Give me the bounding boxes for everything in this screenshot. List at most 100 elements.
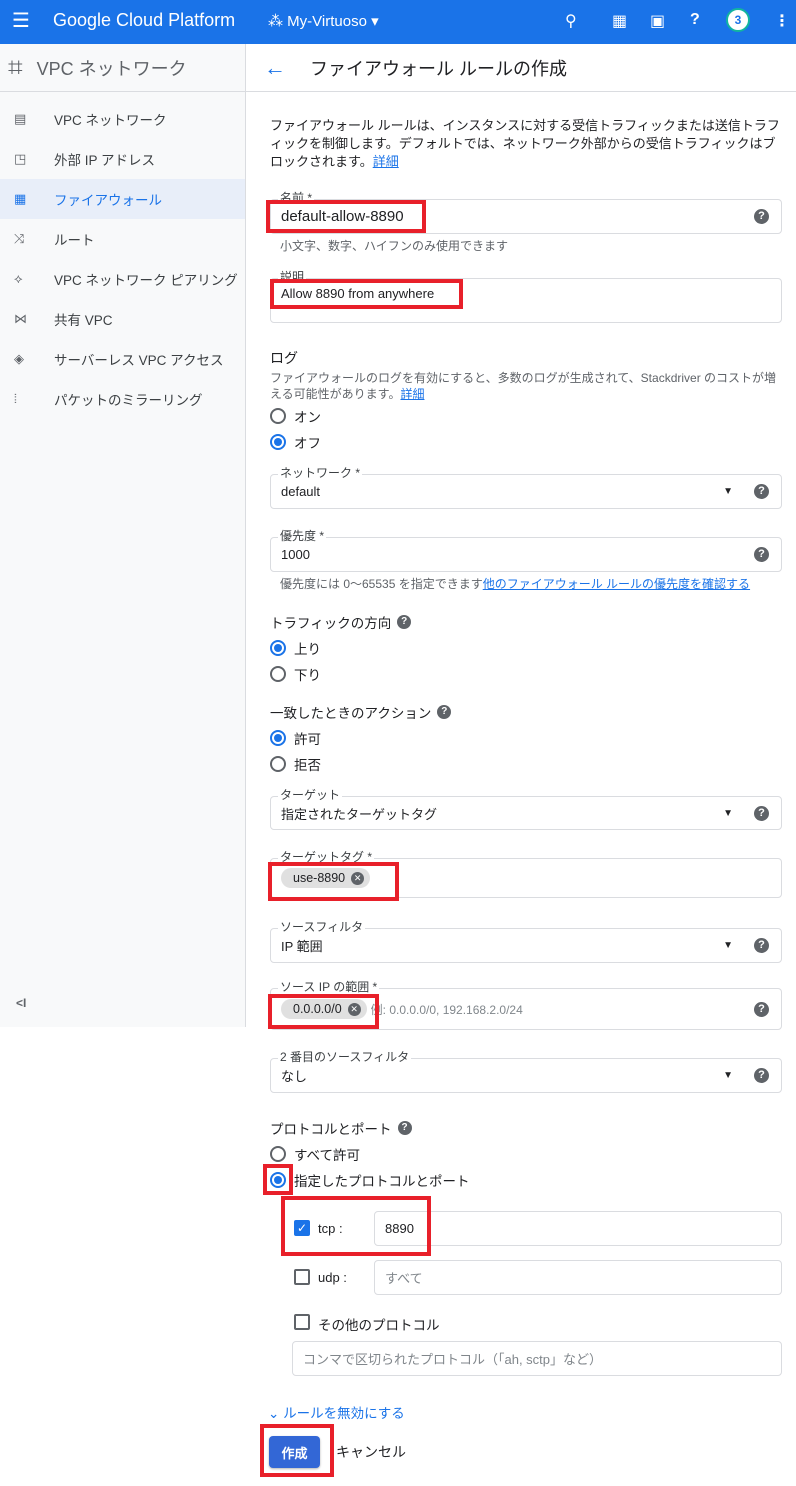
priority-link[interactable]: 他のファイアウォール ルールの優先度を確認する	[483, 577, 750, 591]
learn-more-link[interactable]: 詳細	[373, 154, 399, 169]
sidebar-item-external-ip[interactable]: ◳ 外部 IP アドレス	[0, 139, 245, 179]
intro-body: ファイアウォール ルールは、インスタンスに対する受信トラフィックまたは送信トラフ…	[270, 118, 780, 169]
help-icon[interactable]: ?	[754, 1001, 769, 1017]
peering-icon: ⟡	[14, 271, 23, 286]
help-icon[interactable]: ?	[754, 547, 769, 562]
network-label: ネットワーク *	[278, 464, 363, 481]
priority-input[interactable]: 1000?	[270, 537, 782, 572]
radio-label: オン	[294, 410, 321, 425]
logs-off-radio[interactable]: オフ	[270, 432, 321, 452]
sidebar-item-peering[interactable]: ⟡ VPC ネットワーク ピアリング	[0, 259, 245, 299]
specified-protocols-radio[interactable]: 指定したプロトコルとポート	[270, 1170, 470, 1190]
help-icon[interactable]: ?	[397, 615, 412, 629]
targets-select[interactable]: 指定されたターゲットタグ ▼?	[270, 796, 782, 830]
vpc-logo-icon: ⌗	[8, 51, 23, 82]
mirroring-icon: ⦙	[14, 391, 17, 406]
source-ip-label: ソース IP の範囲 *	[278, 978, 380, 995]
intro-text: ファイアウォール ルールは、インスタンスに対する受信トラフィックまたは送信トラフ…	[270, 117, 782, 171]
sidebar-item-firewall[interactable]: ▦ ファイアウォール	[0, 179, 245, 219]
logs-heading: ログ	[270, 350, 298, 366]
radio-label: 拒否	[294, 758, 321, 773]
sidebar-item-mirroring[interactable]: ⦙ パケットのミラーリング	[0, 379, 245, 419]
udp-placeholder: すべて	[385, 1271, 423, 1286]
help-icon[interactable]: ?	[754, 209, 769, 224]
radio-label: 許可	[294, 732, 321, 747]
udp-label: udp :	[318, 1270, 347, 1285]
sidebar-item-label: パケットのミラーリング	[54, 393, 203, 408]
help-icon[interactable]: ?	[754, 805, 769, 821]
priority-hint: 優先度には 0〜65535 を指定できます他のファイアウォール ルールの優先度を…	[280, 575, 750, 592]
highlight-box	[268, 994, 379, 1029]
disable-rule-toggle[interactable]: ⌄ ルールを無効にする	[268, 1402, 405, 1422]
allow-all-radio[interactable]: すべて許可	[270, 1144, 360, 1164]
sidebar-item-routes[interactable]: ⤨ ルート	[0, 219, 245, 259]
logs-text: ファイアウォールのログを有効にすると、多数のログが生成されて、Stackdriv…	[270, 370, 782, 402]
udp-checkbox[interactable]	[294, 1269, 310, 1285]
highlight-box	[263, 1164, 293, 1195]
logs-learn-more-link[interactable]: 詳細	[400, 387, 424, 401]
sidebar-title: VPC ネットワーク	[36, 58, 187, 79]
source-filter-value: IP 範囲	[281, 939, 323, 954]
sidebar-header: ⌗ VPC ネットワーク	[0, 44, 245, 92]
other-protocols-checkbox[interactable]	[294, 1314, 310, 1330]
radio-label: すべて許可	[294, 1148, 361, 1163]
highlight-box	[270, 279, 463, 309]
back-arrow-icon[interactable]: ←	[264, 55, 310, 81]
sidebar-item-vpc-network[interactable]: ▤ VPC ネットワーク	[0, 99, 245, 139]
egress-radio[interactable]: 下り	[270, 664, 321, 684]
sidebar: ⌗ VPC ネットワーク ▤ VPC ネットワーク ◳ 外部 IP アドレス ▦ ファイ…	[0, 44, 246, 1027]
project-selector[interactable]: ⁂ My-Virtuoso ▾	[268, 12, 379, 30]
dropdown-caret-icon: ▼	[723, 486, 733, 497]
collapse-sidebar-button[interactable]: <I	[16, 996, 26, 1010]
targets-label: ターゲット	[278, 786, 343, 803]
brand[interactable]: Google Cloud Platform	[53, 10, 235, 31]
other-protocols-input[interactable]: コンマで区切られたプロトコル（「ah, sctp」など）	[292, 1341, 782, 1376]
ingress-radio[interactable]: 上り	[270, 638, 321, 658]
serverless-icon: ◈	[14, 351, 24, 366]
other-protocols-label: その他のプロトコル	[318, 1318, 440, 1333]
section-label: トラフィックの方向	[270, 616, 392, 631]
sidebar-item-shared-vpc[interactable]: ⋈ 共有 VPC	[0, 299, 245, 339]
action-heading: 一致したときのアクション?	[270, 702, 452, 722]
priority-value: 1000	[281, 547, 310, 562]
radio-label: 下り	[294, 668, 321, 683]
sidebar-item-label: VPC ネットワーク	[54, 113, 167, 128]
notifications-badge[interactable]: 3	[726, 8, 750, 32]
highlight-box	[266, 200, 426, 233]
external-ip-icon: ◳	[14, 151, 27, 166]
menu-icon[interactable]: ☰	[12, 8, 30, 33]
help-icon[interactable]: ?	[690, 11, 700, 29]
sidebar-item-label: サーバーレス VPC アクセス	[54, 353, 224, 368]
protocols-heading: プロトコルとポート?	[270, 1118, 412, 1138]
help-icon[interactable]: ?	[754, 938, 769, 953]
sidebar-item-label: ルート	[54, 233, 95, 248]
help-icon[interactable]: ?	[754, 1068, 769, 1083]
highlight-box	[268, 862, 399, 901]
help-icon[interactable]: ?	[437, 705, 452, 719]
section-label: プロトコルとポート	[270, 1122, 392, 1137]
dropdown-caret-icon: ▼	[723, 807, 733, 819]
gift-icon[interactable]: ▦	[612, 11, 627, 31]
sidebar-item-label: 外部 IP アドレス	[54, 153, 156, 168]
deny-radio[interactable]: 拒否	[270, 754, 321, 774]
cancel-button[interactable]: キャンセル	[336, 1440, 406, 1464]
tcp-ports-input[interactable]: 8890	[374, 1211, 782, 1246]
radio-label: 指定したプロトコルとポート	[294, 1174, 470, 1189]
allow-radio[interactable]: 許可	[270, 728, 321, 748]
second-filter-label: 2 番目のソースフィルタ	[278, 1048, 412, 1065]
udp-ports-input[interactable]: すべて	[374, 1260, 782, 1295]
help-icon[interactable]: ?	[754, 484, 769, 499]
sidebar-item-serverless[interactable]: ◈ サーバーレス VPC アクセス	[0, 339, 245, 379]
sidebar-item-label: ファイアウォール	[54, 193, 162, 208]
logs-on-radio[interactable]: オン	[270, 406, 321, 426]
search-icon[interactable]: ⚲	[565, 11, 577, 31]
sidebar-item-label: 共有 VPC	[54, 313, 113, 328]
dropdown-caret-icon: ▼	[723, 1070, 733, 1081]
vpc-network-icon: ▤	[14, 111, 27, 126]
targets-value: 指定されたターゲットタグ	[281, 806, 438, 822]
logs-body: ファイアウォールのログを有効にすると、多数のログが生成されて、Stackdriv…	[270, 371, 777, 401]
cloud-shell-icon[interactable]: ▣	[650, 11, 665, 31]
more-icon[interactable]: ⋮	[774, 11, 790, 31]
help-icon[interactable]: ?	[397, 1121, 412, 1135]
other-protocols-placeholder: コンマで区切られたプロトコル（「ah, sctp」など）	[303, 1352, 603, 1367]
